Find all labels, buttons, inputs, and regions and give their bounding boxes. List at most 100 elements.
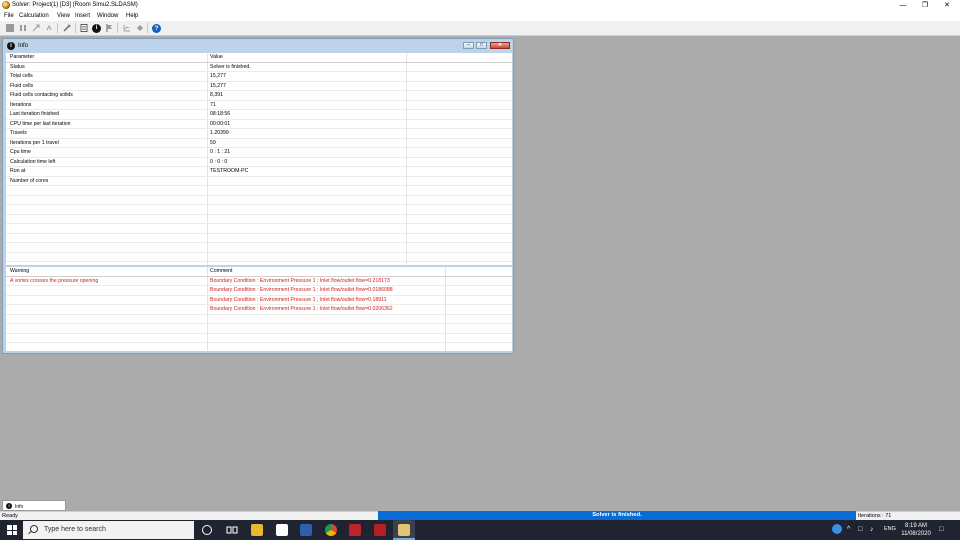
table-row[interactable]: Cpu time 0 : 1 : 21 [6,148,512,158]
clock[interactable]: 8:19 AM 11/08/2020 [896,522,936,538]
probe-icon[interactable] [63,24,71,32]
parameter-value: 1.20399 [210,130,229,136]
table-row[interactable]: Iterations 71 [6,101,512,110]
parameter-name: Calculation time left [10,158,56,165]
notifications-icon[interactable]: □ [939,526,943,533]
column-header-parameter[interactable]: Parameter [10,54,34,60]
parameter-value: TESTROOM-PC [210,168,249,174]
parameter-value: Solver is finished. [210,63,251,70]
table-row[interactable] [6,334,512,343]
table-row[interactable] [6,343,512,351]
preview-icon[interactable] [136,24,144,32]
iterations-status: Iterations : 71 [858,513,892,519]
tab-info-label: Info [15,504,24,510]
stop-icon[interactable] [6,24,14,32]
parameter-value: 15,277 [210,73,226,79]
warning-comment: Boundary Condition : Environment Pressur… [210,296,387,303]
tab-info[interactable]: i Info [2,500,66,511]
taskbar-search-box[interactable]: Type here to search [23,521,194,539]
parameter-name: Iterations per 1 travel [10,139,59,146]
parameter-name: Travels [10,130,27,136]
cortana-icon[interactable] [202,525,212,535]
table-row[interactable] [6,234,512,243]
refresh-icon[interactable] [45,24,53,32]
table-row[interactable] [6,224,512,234]
app-icon-blue[interactable] [300,524,312,536]
table-row[interactable] [6,186,512,196]
goals-icon[interactable] [123,24,131,32]
table-header: Parameter Value [6,53,512,63]
parameter-value: 0 : 0 : 0 [210,158,228,165]
help-tray-icon[interactable] [832,524,842,534]
restore-button[interactable]: ❐ [914,0,936,11]
log-icon[interactable] [80,24,88,32]
menu-window[interactable]: Window [97,13,118,19]
table-row[interactable]: CPU time per last iteration 00:00:01 [6,120,512,129]
store-icon[interactable] [276,524,288,536]
table-row[interactable]: Travels 1.20399 [6,129,512,139]
info-icon: i [6,503,12,509]
solver-taskbar-button[interactable] [393,520,415,540]
chevron-up-icon[interactable]: ^ [847,526,850,533]
solidworks-icon[interactable] [349,524,361,536]
window-title: Solver: Project(1) [D3] (Room Simu2.SLDA… [12,2,138,8]
parameter-name: Run at [10,168,26,174]
flag-icon[interactable] [105,24,113,32]
table-row[interactable] [6,243,512,253]
table-row[interactable]: Status Solver is finished. [6,63,512,72]
table-row[interactable]: Last iteration finished 08:18:56 [6,110,512,120]
table-row[interactable] [6,196,512,205]
parameter-value: 15,277 [210,82,226,89]
file-explorer-icon[interactable] [251,524,263,536]
parameter-name: Status [10,63,25,70]
table-row[interactable]: Number of cores [6,177,512,186]
mdi-minimize-button[interactable]: – [463,42,474,49]
table-row[interactable]: Boundary Condition : Environment Pressur… [6,286,512,296]
solidworks-icon-2[interactable] [374,524,386,536]
table-row[interactable] [6,253,512,262]
column-header-comment[interactable]: Comment [210,268,233,274]
column-header-value[interactable]: Value [210,54,223,60]
mdi-restore-button[interactable]: □ [476,42,487,49]
warning-text: A vortex crosses the pressure opening [10,277,99,284]
menu-calculation[interactable]: Calculation [19,13,49,19]
table-row[interactable]: Total cells 15,277 [6,72,512,82]
table-row[interactable]: Calculation time left 0 : 0 : 0 [6,158,512,167]
menu-file[interactable]: File [4,13,14,19]
table-row[interactable] [6,324,512,334]
table-row[interactable] [6,205,512,215]
chrome-icon[interactable] [325,524,337,536]
parameter-name: CPU time per last iteration [10,120,71,127]
table-row[interactable]: Boundary Condition : Environment Pressur… [6,305,512,315]
table-row[interactable]: A vortex crosses the pressure opening Bou… [6,277,512,286]
help-icon[interactable]: ? [152,24,161,33]
table-row[interactable]: Fluid cells 15,277 [6,82,512,91]
minimize-button[interactable]: — [892,0,914,11]
volume-icon[interactable]: ♪ [870,526,874,533]
arrow-icon[interactable] [32,24,40,32]
table-row[interactable]: Run at TESTROOM-PC [6,167,512,177]
pause-icon[interactable] [19,24,27,32]
table-row[interactable]: Boundary Condition : Environment Pressur… [6,296,512,305]
language-indicator[interactable]: ENG [884,526,896,532]
windows-start-icon[interactable] [7,525,17,535]
close-button[interactable]: ✕ [936,0,958,11]
column-header-warning[interactable]: Warning [10,268,29,274]
table-row[interactable] [6,315,512,324]
menu-help[interactable]: Help [126,13,138,19]
parameter-name: Fluid cells contacting solids [10,92,73,98]
info-icon: i [7,42,15,50]
table-row[interactable] [6,215,512,224]
parameter-name: Total cells [10,73,33,79]
table-row[interactable]: Iterations per 1 travel 59 [6,139,512,148]
task-view-icon[interactable] [226,524,238,536]
info-icon[interactable]: i [92,24,101,33]
menu-view[interactable]: View [57,13,70,19]
title-bar: Solver: Project(1) [D3] (Room Simu2.SLDA… [0,0,960,11]
mdi-close-button[interactable]: ✕ [490,42,510,49]
solver-progress-bar: Solver is finished. [378,511,856,520]
table-row[interactable]: Fluid cells contacting solids 8,391 [6,91,512,101]
network-icon[interactable]: □ [858,526,862,533]
menu-insert[interactable]: Insert [75,13,90,19]
warning-comment: Boundary Condition : Environment Pressur… [210,287,393,293]
